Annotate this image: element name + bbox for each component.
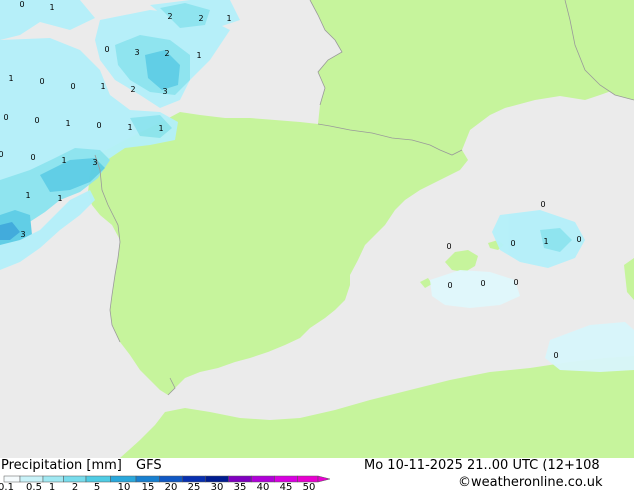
map-label: 2 xyxy=(164,49,169,58)
map-label: 0 xyxy=(70,82,75,91)
map-label: 0 xyxy=(96,121,101,130)
forecast-datetime: Mo 10-11-2025 21..00 UTC (12+108 xyxy=(364,458,600,473)
map-label: 0 xyxy=(447,281,452,290)
map-label: 1 xyxy=(100,82,105,91)
map-label: 0 xyxy=(553,351,558,360)
legend-tick-label: 30 xyxy=(210,482,224,493)
map-label: 0 xyxy=(34,116,39,125)
map-label: 3 xyxy=(162,87,167,96)
map-label: 1 xyxy=(226,14,231,23)
legend-arrow xyxy=(317,475,331,483)
legend-tick-label: 0.5 xyxy=(26,482,42,493)
legend-tick-label: 0.1 xyxy=(0,482,14,493)
legend-tick-label: 20 xyxy=(164,482,178,493)
map-label: 0 xyxy=(446,242,451,251)
map-label: 1 xyxy=(127,123,132,132)
legend-tick-label: 35 xyxy=(233,482,247,493)
map-label: 2 xyxy=(130,85,135,94)
legend-tick-label: 50 xyxy=(302,482,316,493)
legend-tick-label: 25 xyxy=(187,482,201,493)
map-label: 0 xyxy=(510,239,515,248)
weather-map: 0 1 2 2 1 0 3 2 1 1 0 1 2 3 0 0 1 0 1 1 … xyxy=(0,0,634,458)
map-svg: 0 1 2 2 1 0 3 2 1 1 0 1 2 3 0 0 1 0 1 1 … xyxy=(0,0,634,458)
map-label: 3 xyxy=(92,158,97,167)
map-label: 1 xyxy=(196,51,201,60)
legend-tick-label: 1 xyxy=(48,482,56,493)
map-label: 1 xyxy=(8,74,13,83)
map-label: 0 xyxy=(576,235,581,244)
map-label: 1 xyxy=(57,194,62,203)
map-label: 1 xyxy=(61,156,66,165)
map-label: 0 xyxy=(39,77,44,86)
legend-tick-label: 5 xyxy=(93,482,101,493)
map-label: 2 xyxy=(198,14,203,23)
map-label: 0 xyxy=(513,278,518,287)
map-label: 0 xyxy=(480,279,485,288)
map-label: 0 xyxy=(540,200,545,209)
legend-tick-label: 15 xyxy=(141,482,155,493)
map-label: 1 xyxy=(158,124,163,133)
legend-tick-label: 45 xyxy=(279,482,293,493)
map-label: 2 xyxy=(167,12,172,21)
legend-tick-label: 10 xyxy=(117,482,131,493)
map-label: 3 xyxy=(134,48,139,57)
map-label: 0 xyxy=(104,45,109,54)
map-label: 1 xyxy=(543,237,548,246)
map-label: 0 xyxy=(3,113,8,122)
map-label: 0 xyxy=(0,150,4,159)
map-label: 0 xyxy=(19,0,24,9)
map-label: 0 xyxy=(30,153,35,162)
map-label: 1 xyxy=(49,3,54,12)
map-label: 1 xyxy=(65,119,70,128)
legend-tick-label: 40 xyxy=(256,482,270,493)
legend-tick-label: 2 xyxy=(71,482,79,493)
map-label: 1 xyxy=(25,191,30,200)
model-name: GFS xyxy=(136,458,162,473)
map-label: 3 xyxy=(20,230,25,239)
credit-text: ©weatheronline.co.uk xyxy=(458,475,603,490)
legend-title: Precipitation [mm] xyxy=(1,458,122,473)
